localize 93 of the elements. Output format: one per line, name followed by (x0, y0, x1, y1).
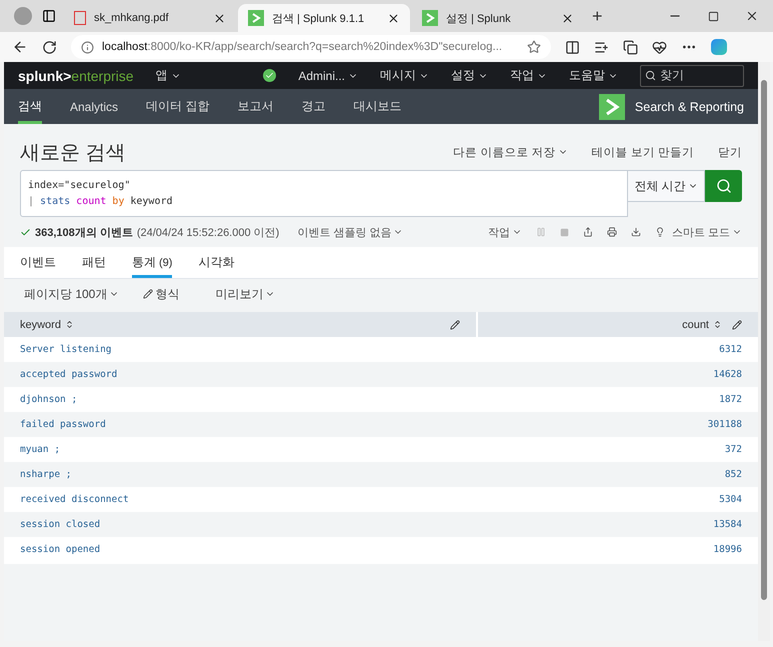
reload-icon[interactable] (42, 40, 57, 54)
nav-tab[interactable]: 경고 (301, 89, 326, 124)
per-page-menu[interactable]: 페이지당 100개 (24, 286, 120, 302)
table-cell: 852 (724, 469, 742, 480)
top-menu[interactable]: 도움말 (569, 67, 618, 84)
search-field[interactable]: 찾기 (640, 64, 744, 86)
maximize-icon[interactable] (708, 10, 719, 22)
search-mode-menu[interactable]: 스마트 모드 (654, 224, 742, 240)
table-cell: 14628 (713, 369, 742, 380)
splunk-icon (248, 10, 264, 26)
search-query-field[interactable]: index="securelog" | stats count by keyword (20, 170, 628, 217)
splunk-icon (422, 10, 438, 26)
browser-tab[interactable]: 검색 | Splunk 9.1.1 (238, 4, 410, 32)
event-count: 363,108개의 이벤트 (35, 226, 133, 240)
address-field[interactable]: localhost:8000/ko-KR/app/search/search?q=search%20index%3D"securelog... (71, 35, 551, 59)
sampling-menu[interactable]: 이벤트 샘플링 없음 (297, 224, 404, 240)
search-icon (645, 70, 656, 81)
check-icon (20, 226, 31, 238)
heart-icon[interactable] (652, 40, 667, 54)
pencil-icon (143, 289, 154, 299)
table-cell: 5304 (719, 494, 742, 505)
splunk-logo[interactable]: splunk>enterprise (18, 68, 134, 84)
column-title: count (682, 318, 709, 330)
nav-tab[interactable]: Analytics (70, 89, 118, 124)
star-icon[interactable] (527, 40, 541, 54)
info-icon[interactable] (81, 40, 94, 54)
table-cell: Server listening (20, 344, 112, 355)
status-ok-icon (263, 69, 276, 82)
print-icon[interactable] (606, 227, 617, 237)
format-button[interactable]: 형식 (143, 286, 180, 302)
profile-icon (14, 7, 32, 25)
table-cell: 6312 (719, 344, 742, 355)
app-name: Search & Reporting (634, 100, 744, 114)
column-title: keyword (20, 318, 61, 330)
favorites-icon[interactable] (594, 40, 609, 54)
nav-tab[interactable]: 검색 (18, 89, 42, 124)
result-tab[interactable]: 패턴 (82, 247, 106, 278)
job-menu[interactable]: 작업 (488, 224, 522, 240)
page-action-link[interactable]: 다른 이름으로 저장 (453, 144, 568, 160)
close-icon[interactable] (387, 12, 400, 24)
page-title: 새로운 검색 (20, 140, 126, 166)
download-icon[interactable] (630, 227, 641, 237)
time-range-button[interactable]: 전체 시간 (628, 170, 705, 202)
sort-icon[interactable] (713, 320, 722, 329)
split-screen-icon[interactable] (565, 40, 580, 54)
new-tab-button[interactable]: + (592, 6, 603, 26)
user-menu[interactable]: Admini... (298, 68, 358, 82)
event-time: (24/04/24 15:52:26.000 이전) (136, 226, 280, 240)
scrollbar-thumb[interactable] (761, 80, 767, 600)
lightbulb-icon (654, 227, 665, 237)
table-cell: received disconnect (20, 494, 129, 505)
top-menu[interactable]: 설정 (451, 67, 488, 84)
top-menu[interactable]: 메시지 (380, 67, 429, 84)
pdf-icon (74, 11, 86, 25)
nav-tab[interactable]: 대시보드 (353, 89, 402, 124)
result-tab[interactable]: 이벤트 (20, 247, 56, 278)
top-menu[interactable]: 작업 (510, 67, 547, 84)
table-cell: nsharpe ; (20, 469, 72, 480)
app-logo-icon (598, 94, 625, 120)
page-action-link[interactable]: 테이블 보기 만들기 (592, 144, 694, 160)
tab-panel-icon[interactable] (42, 9, 56, 23)
search-icon (716, 178, 732, 194)
search-button[interactable] (705, 170, 742, 202)
table-cell: session opened (20, 544, 100, 555)
table-cell: 372 (724, 444, 742, 455)
nav-tab[interactable]: 데이터 집합 (146, 89, 210, 124)
table-cell: myuan ; (20, 444, 60, 455)
sort-icon[interactable] (64, 320, 74, 329)
app-menu[interactable]: 앱 (156, 67, 181, 84)
browser-tab[interactable]: sk_mhkang.pdf (64, 4, 236, 32)
result-tab[interactable]: 통계 (9) (132, 247, 172, 278)
table-cell: accepted password (20, 369, 118, 380)
table-cell: djohnson ; (20, 394, 78, 405)
close-icon[interactable] (561, 12, 574, 24)
copilot-icon[interactable] (711, 39, 727, 55)
result-tab[interactable]: 시각화 (198, 247, 234, 278)
table-cell: failed password (20, 419, 106, 430)
table-cell: 1872 (719, 394, 742, 405)
back-icon[interactable] (12, 39, 28, 55)
close-icon[interactable] (213, 12, 226, 24)
table-cell: 13584 (713, 519, 742, 530)
page-action-link[interactable]: 닫기 (718, 144, 742, 160)
table-cell: session closed (20, 519, 100, 530)
collections-icon[interactable] (623, 40, 638, 54)
table-cell: 18996 (713, 544, 742, 555)
pencil-icon[interactable] (732, 320, 742, 330)
pencil-icon[interactable] (450, 320, 460, 330)
preview-menu[interactable]: 미리보기 (215, 286, 276, 302)
nav-tab[interactable]: 보고서 (237, 89, 274, 124)
share-icon[interactable] (582, 227, 593, 237)
table-cell: 301188 (708, 419, 742, 430)
browser-tab[interactable]: 설정 | Splunk (412, 4, 584, 32)
close-icon[interactable] (745, 9, 759, 23)
